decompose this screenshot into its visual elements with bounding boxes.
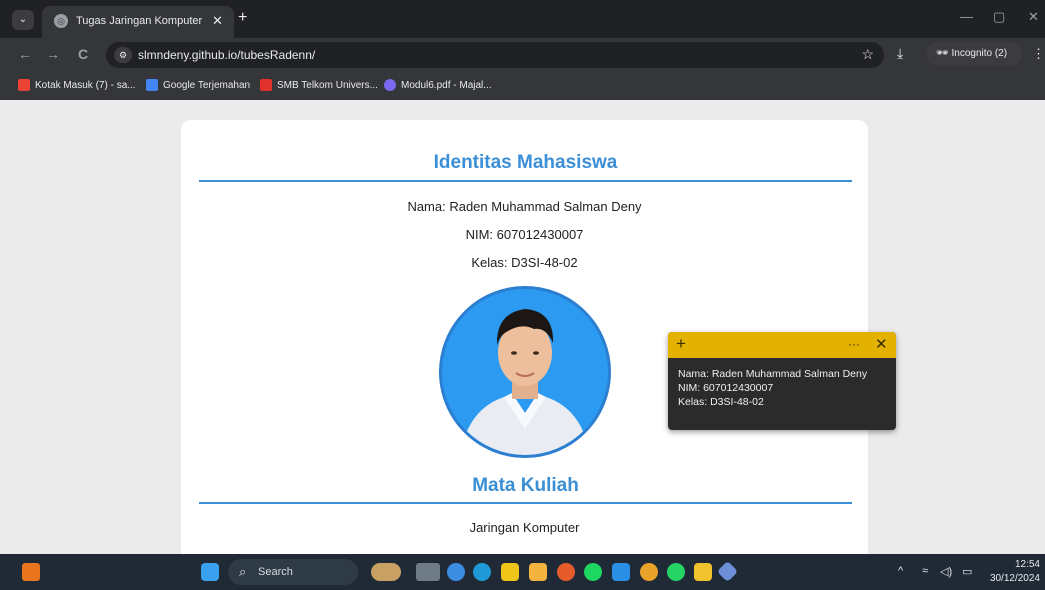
- pdf-icon: [384, 79, 396, 91]
- student-photo-image: [442, 289, 608, 455]
- globe-icon: ◎: [54, 14, 68, 28]
- copilot-icon[interactable]: [371, 563, 401, 581]
- back-button[interactable]: ←: [18, 46, 32, 62]
- bookmarks-bar: Kotak Masuk (7) - sa... Google Terjemaha…: [0, 72, 1045, 100]
- forward-button[interactable]: →: [46, 46, 60, 62]
- edge-icon[interactable]: [473, 563, 491, 581]
- bookmark-label: SMB Telkom Univers...: [277, 79, 378, 91]
- section-title-identitas: Identitas Mahasiswa: [433, 152, 618, 173]
- sticky-note-window[interactable]: + ··· ✕ Nama: Raden Muhammad Salman Deny…: [668, 332, 896, 430]
- taskbar-search[interactable]: ⌕ Search: [228, 559, 358, 585]
- browser-tab-strip: ⌄ ◎ Tugas Jaringan Komputer ✕ + — ▢ ✕: [0, 0, 1045, 38]
- window-close-button[interactable]: ✕: [1028, 9, 1039, 25]
- incognito-button[interactable]: 🕶 Incognito (2): [926, 42, 1022, 66]
- git-icon[interactable]: [716, 560, 739, 583]
- url-text[interactable]: slmndeny.github.io/tubesRadenn/: [138, 48, 315, 62]
- clock-date: 30/12/2024: [989, 573, 1040, 584]
- site-info-icon[interactable]: ⚙: [114, 47, 132, 63]
- tray-chevron-icon[interactable]: ^: [898, 565, 903, 577]
- file-explorer-icon[interactable]: [529, 563, 547, 581]
- incognito-label: Incognito (2): [951, 48, 1008, 59]
- incognito-icon: 🕶: [936, 48, 952, 59]
- chrome-icon[interactable]: [640, 563, 658, 581]
- student-nim: NIM: 607012430007: [465, 227, 584, 242]
- firefox-icon[interactable]: [557, 563, 575, 581]
- maximize-button[interactable]: ▢: [993, 9, 1005, 25]
- translate-icon: [146, 79, 158, 91]
- bookmark-gmail[interactable]: Kotak Masuk (7) - sa...: [18, 79, 136, 91]
- tab-search-button[interactable]: ⌄: [12, 10, 34, 30]
- course-name: Jaringan Komputer: [469, 520, 580, 535]
- spotify-icon[interactable]: [584, 563, 602, 581]
- note-line-kelas[interactable]: Kelas: D3SI-48-02: [678, 396, 764, 408]
- bookmark-label: Kotak Masuk (7) - sa...: [35, 79, 136, 91]
- browser-menu-button[interactable]: ⋮: [1032, 46, 1045, 62]
- bookmark-star-icon[interactable]: ☆: [861, 46, 874, 63]
- section-divider: [199, 502, 852, 504]
- close-note-button[interactable]: ✕: [875, 335, 888, 353]
- section-title-mata-kuliah: Mata Kuliah: [472, 475, 579, 496]
- telkom-icon: [260, 79, 272, 91]
- sticky-notes-icon[interactable]: [694, 563, 712, 581]
- bookmark-label: Google Terjemahan: [163, 79, 251, 91]
- tab-close-button[interactable]: ✕: [212, 13, 223, 29]
- vscode-icon[interactable]: [612, 563, 630, 581]
- widgets-icon[interactable]: [447, 563, 465, 581]
- download-icon[interactable]: ⤓: [897, 45, 903, 62]
- note-line-nama[interactable]: Nama: Raden Muhammad Salman Deny: [678, 368, 867, 380]
- store-icon[interactable]: [501, 563, 519, 581]
- browser-toolbar: ← → C ⚙ slmndeny.github.io/tubesRadenn/ …: [0, 38, 1045, 72]
- new-tab-button[interactable]: +: [238, 9, 247, 27]
- start-icon[interactable]: [201, 563, 219, 581]
- minimize-button[interactable]: —: [960, 9, 973, 24]
- tab-active[interactable]: ◎ Tugas Jaringan Komputer ✕: [42, 6, 234, 38]
- wifi-icon[interactable]: ≈: [922, 565, 928, 577]
- task-view-icon[interactable]: [416, 563, 440, 581]
- reload-button[interactable]: C: [78, 46, 88, 62]
- taskbar-clock[interactable]: 12:54 30/12/2024: [988, 558, 1040, 586]
- address-bar[interactable]: ⚙ slmndeny.github.io/tubesRadenn/ ☆: [106, 42, 884, 68]
- page-viewport: Identitas Mahasiswa Nama: Raden Muhammad…: [0, 100, 1045, 554]
- add-note-button[interactable]: +: [676, 334, 686, 354]
- student-photo: [439, 286, 611, 458]
- student-name: Nama: Raden Muhammad Salman Deny: [407, 199, 642, 214]
- tab-title: Tugas Jaringan Komputer: [76, 15, 203, 27]
- sticky-note-header[interactable]: + ··· ✕: [668, 332, 896, 358]
- note-menu-button[interactable]: ···: [848, 337, 860, 351]
- section-divider: [199, 180, 852, 182]
- note-line-nim[interactable]: NIM: 607012430007: [678, 382, 773, 394]
- bookmark-google-translate[interactable]: Google Terjemahan: [146, 79, 250, 91]
- search-icon: ⌕: [239, 564, 247, 579]
- battery-icon[interactable]: ▭: [962, 565, 972, 578]
- clock-time: 12:54: [1014, 559, 1040, 570]
- student-class: Kelas: D3SI-48-02: [471, 255, 578, 270]
- weather-widget-icon[interactable]: [22, 563, 40, 581]
- bookmark-smb-telkom[interactable]: SMB Telkom Univers...: [260, 79, 378, 91]
- bookmark-label: Modul6.pdf - Majal...: [401, 79, 492, 91]
- taskbar: ⌕ Search ^ ≈ ◁) ▭ 12:54 30/12/2024: [0, 554, 1045, 590]
- search-label: Search: [258, 566, 293, 578]
- gmail-icon: [18, 79, 30, 91]
- bookmark-modul6[interactable]: Modul6.pdf - Majal...: [384, 79, 492, 91]
- whatsapp-icon[interactable]: [667, 563, 685, 581]
- volume-icon[interactable]: ◁): [940, 565, 952, 578]
